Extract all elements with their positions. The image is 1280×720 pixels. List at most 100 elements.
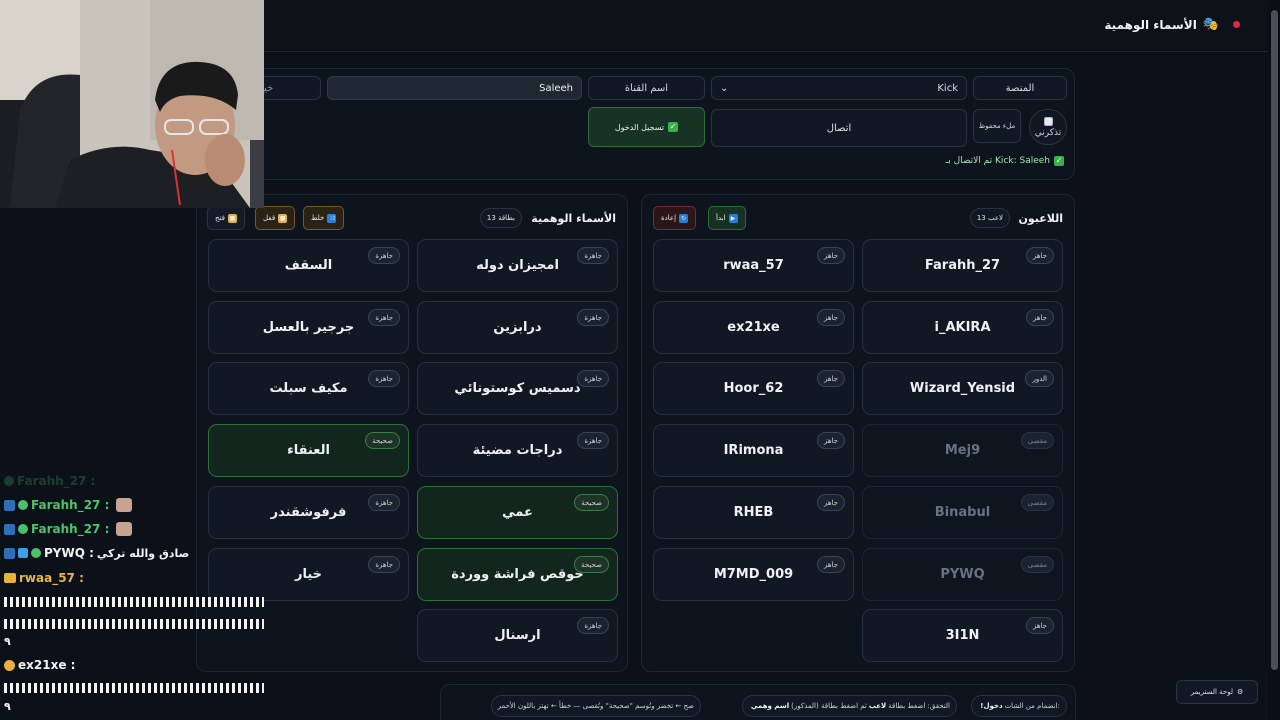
lock-button[interactable]: قفل ■: [255, 206, 296, 230]
leaf-badge-icon: [18, 524, 28, 534]
chat-line-ghost: Farahh_27 :: [4, 474, 95, 488]
platform-select-value: Kick: [937, 82, 958, 94]
player-card[interactable]: جاهز RHEB: [653, 486, 854, 539]
names-title: الأسماء الوهمية: [531, 212, 616, 225]
chat-line: Farahh_27 :: [4, 498, 133, 512]
name-card[interactable]: جاهزة جرجير بالعسل: [208, 301, 409, 354]
hint-verify-bold2: اسم وهمي: [750, 702, 790, 710]
card-label: i_AKIRA: [934, 320, 991, 335]
channel-input[interactable]: Saleeh: [327, 76, 582, 100]
platform-label: المنصة: [973, 76, 1067, 100]
players-title: اللاعبون: [1018, 212, 1063, 225]
open-label: فتح: [215, 214, 225, 222]
gear-icon: ⚙: [1236, 688, 1244, 696]
card-label: Farahh_27: [924, 258, 1001, 273]
hint-verify-mid: (المذكور) ثم اضغط بطاقة: [791, 702, 867, 710]
connect-button[interactable]: اتصال: [711, 109, 967, 147]
player-card[interactable]: مقصى PYWQ: [862, 548, 1063, 601]
player-card[interactable]: جاهز i_AKIRA: [862, 301, 1063, 354]
player-card[interactable]: جاهز ex21xe: [653, 301, 854, 354]
scrollbar-thumb[interactable]: [1271, 10, 1278, 670]
player-card[interactable]: مقصى Mej9: [862, 424, 1063, 477]
name-card[interactable]: جاهزة دراجات مضيئة: [417, 424, 618, 477]
name-card[interactable]: صحيحة عمي: [417, 486, 618, 539]
hint-join-command: !دخول: [980, 702, 1003, 710]
bot-badge-icon: [4, 499, 15, 511]
card-label: Wizard_Yensid: [909, 381, 1016, 396]
hint-verify: اسم وهمي (المذكور) ثم اضغط بطاقة لاعب ال…: [741, 695, 957, 717]
card-label: IRimona: [723, 443, 784, 458]
card-label: جرجير بالعسل: [262, 320, 355, 335]
refresh-icon: ↻: [679, 213, 689, 223]
player-card[interactable]: جاهز rwaa_57: [653, 239, 854, 292]
hint-join-text: انضمام من الشات:: [1004, 702, 1060, 710]
open-button[interactable]: فتح ■: [207, 206, 245, 230]
player-card[interactable]: جاهز M7MD_009: [653, 548, 854, 601]
name-card[interactable]: جاهزة درابزين: [417, 301, 618, 354]
chat-message-wave: [4, 683, 264, 693]
name-card[interactable]: جاهزة مكيف سبلت: [208, 362, 409, 415]
players-panel: اللاعبون 13 لاعب ابدأ ▶ إعادة ↻ جاهز Fara…: [641, 194, 1075, 672]
emote-icon: [116, 498, 133, 512]
chat-message: صادق والله تركي: [96, 546, 190, 560]
chat-username: Farahh_27 :: [31, 522, 110, 536]
reset-button[interactable]: إعادة ↻: [653, 206, 697, 230]
emote-icon: [116, 522, 133, 536]
start-button[interactable]: ابدأ ▶: [708, 206, 746, 230]
card-label: درابزين: [493, 320, 542, 335]
name-card[interactable]: جاهزة امجيزان دوله: [417, 239, 618, 292]
name-card[interactable]: صحيحة حوقص فراشة ووردة: [417, 548, 618, 601]
page-title: الأسماء الوهمية: [1104, 17, 1197, 32]
warning-badge-icon: [4, 659, 15, 671]
bot-badge-icon: [4, 523, 15, 535]
chat-message-short: ٩: [4, 700, 11, 713]
remember-me-toggle[interactable]: تذكرني: [1029, 109, 1067, 145]
card-label: RHEB: [733, 505, 774, 520]
player-card[interactable]: مقصى Binabul: [862, 486, 1063, 539]
chat-line: rwaa_57 :: [4, 571, 84, 585]
theater-mask-icon: 🎭: [1202, 17, 1219, 32]
player-card[interactable]: جاهز IRimona: [653, 424, 854, 477]
remember-checkbox[interactable]: [1043, 116, 1053, 126]
hint-join: !دخول انضمام من الشات:: [971, 695, 1067, 717]
streamer-dashboard-button[interactable]: لوحة الستريمر ⚙: [1176, 680, 1258, 704]
name-card[interactable]: جاهزة السقف: [208, 239, 409, 292]
lock-icon: ■: [278, 213, 288, 223]
webcam-overlay: [0, 0, 264, 208]
login-button[interactable]: تسجيل الدخول ✓: [588, 107, 705, 147]
login-label: تسجيل الدخول: [614, 122, 665, 132]
hint-verify-bold1: لاعب: [868, 702, 887, 710]
scrollbar[interactable]: [1268, 0, 1280, 720]
status-text: تم الاتصال بـ Kick: Saleeh: [945, 156, 1050, 166]
unlock-icon: ■: [227, 213, 237, 223]
cube-badge-icon: [18, 548, 28, 558]
channel-label: اسم القناة: [588, 76, 705, 100]
bot-badge-icon: [4, 547, 15, 559]
hints-bar: !دخول انضمام من الشات: اسم وهمي (المذكور…: [440, 684, 1076, 720]
card-label: مكيف سبلت: [269, 381, 348, 396]
names-count-badge: 13 بطاقة: [479, 208, 522, 228]
card-label: Hoor_62: [723, 381, 784, 396]
autofill-button[interactable]: ملء محفوظ: [973, 109, 1021, 143]
card-label: دراجات مضيئة: [472, 443, 563, 458]
name-card[interactable]: جاهزة دسميس كوستونائي: [417, 362, 618, 415]
chat-username: PYWQ :: [44, 546, 94, 560]
hint-verify-prefix: التحقق: اضغط بطاقة: [888, 702, 950, 710]
card-label: امجيزان دوله: [476, 258, 559, 273]
card-label: السقف: [284, 258, 333, 273]
card-label: حوقص فراشة ووردة: [451, 567, 584, 582]
dashboard-label: لوحة الستريمر: [1190, 688, 1233, 696]
platform-select[interactable]: ⌄ Kick: [711, 76, 967, 100]
chat-username: rwaa_57 :: [19, 571, 84, 585]
chat-username: Farahh_27 :: [17, 474, 96, 488]
player-card[interactable]: جاهز Hoor_62: [653, 362, 854, 415]
crown-badge-icon: [4, 573, 16, 583]
streamer-webcam-image: [0, 0, 264, 208]
shuffle-button[interactable]: خلط ⤨: [303, 206, 345, 230]
player-card[interactable]: جاهز Farahh_27: [862, 239, 1063, 292]
shuffle-icon: ⤨: [327, 213, 337, 223]
card-label: العنقاء: [287, 443, 330, 458]
player-card[interactable]: الدور Wizard_Yensid: [862, 362, 1063, 415]
name-card[interactable]: جاهزة ارسنال: [417, 609, 618, 662]
player-card[interactable]: جاهز 3I1N: [862, 609, 1063, 662]
